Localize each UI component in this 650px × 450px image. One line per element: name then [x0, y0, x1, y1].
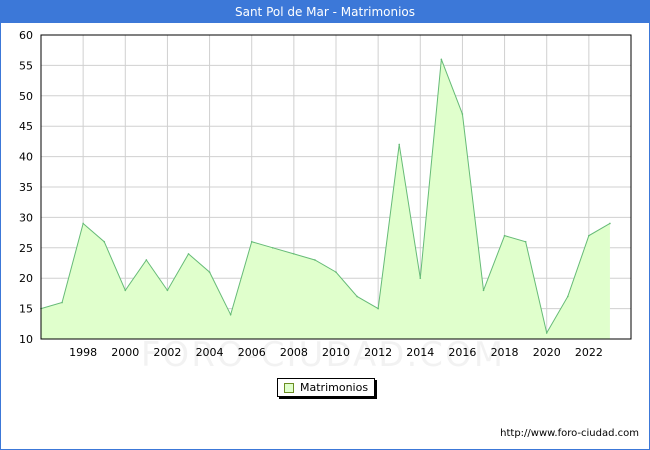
data-point [377, 307, 379, 310]
data-point [419, 277, 422, 280]
data-point [314, 259, 316, 261]
data-point [440, 58, 443, 61]
x-tick-label: 1998 [69, 346, 97, 359]
y-tick-label: 15 [19, 303, 33, 316]
y-tick-label: 20 [19, 272, 33, 285]
data-point [293, 253, 295, 255]
data-point [503, 234, 506, 237]
data-point [566, 295, 569, 298]
legend: Matrimonios [277, 378, 376, 397]
data-point [250, 240, 253, 243]
legend-label: Matrimonios [300, 381, 369, 394]
x-tick-label: 2022 [575, 346, 603, 359]
x-tick-label: 2018 [491, 346, 519, 359]
area-fill [41, 59, 610, 339]
data-point [545, 332, 548, 334]
y-tick-label: 60 [19, 29, 33, 42]
x-tick-label: 2008 [280, 346, 308, 359]
chart-frame: Sant Pol de Mar - Matrimonios FORO-CIUDA… [0, 0, 650, 450]
y-tick-label: 40 [19, 151, 33, 164]
x-tick-label: 2006 [238, 346, 266, 359]
x-tick-label: 2010 [322, 346, 350, 359]
data-point [229, 313, 232, 316]
y-tick-label: 55 [19, 59, 33, 72]
y-tick-label: 25 [19, 242, 33, 255]
y-tick-label: 45 [19, 120, 33, 133]
x-tick-label: 2014 [406, 346, 434, 359]
data-point [271, 247, 274, 249]
data-point [335, 271, 337, 273]
data-point [82, 222, 84, 225]
legend-swatch [284, 382, 294, 393]
data-point [103, 240, 106, 243]
data-point [588, 234, 590, 237]
data-point [145, 259, 148, 261]
data-point [398, 143, 401, 146]
x-tick-label: 2002 [153, 346, 181, 359]
x-tick-label: 2004 [196, 346, 224, 359]
data-point [609, 222, 611, 225]
data-point [356, 295, 358, 298]
data-point [124, 289, 127, 292]
x-tick-label: 2016 [448, 346, 476, 359]
data-point [524, 240, 527, 243]
data-point [61, 301, 63, 304]
data-point [166, 289, 169, 292]
x-tick-label: 2012 [364, 346, 392, 359]
x-tick-label: 2000 [111, 346, 139, 359]
data-point [187, 253, 190, 255]
y-tick-label: 30 [19, 211, 33, 224]
data-point [482, 289, 485, 292]
y-tick-label: 50 [19, 90, 33, 103]
y-tick-label: 35 [19, 181, 33, 194]
x-tick-label: 2020 [533, 346, 561, 359]
data-point [461, 113, 464, 115]
data-point [208, 271, 211, 273]
source-credit: http://www.foro-ciudad.com [500, 428, 639, 439]
y-tick-label: 10 [19, 333, 33, 346]
